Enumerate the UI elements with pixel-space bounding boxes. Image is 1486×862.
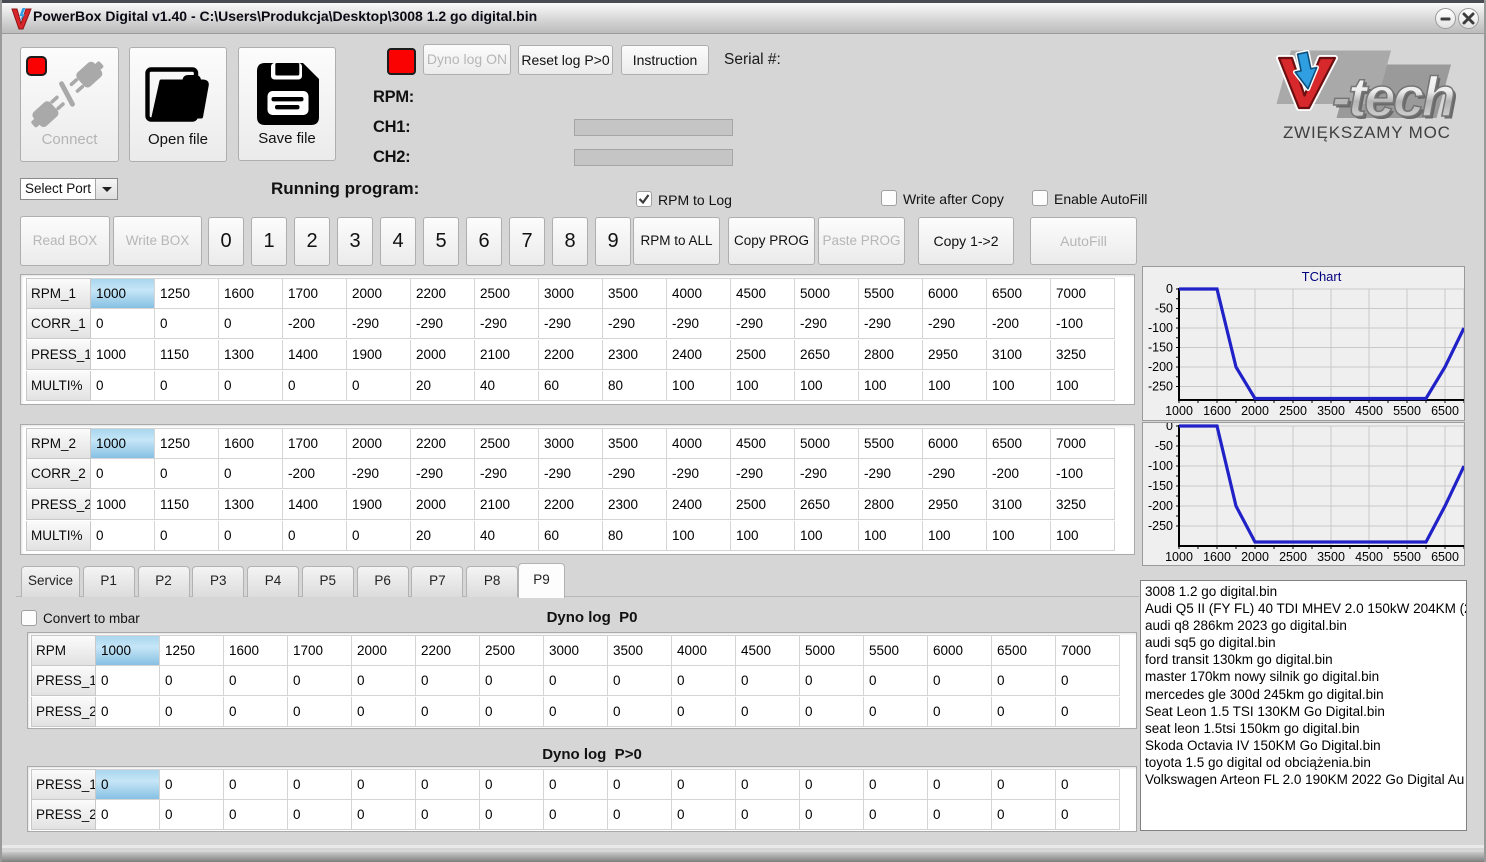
svg-text:2000: 2000 <box>1241 404 1269 418</box>
svg-text:ZWIĘKSZAMY MOC: ZWIĘKSZAMY MOC <box>1283 123 1451 142</box>
svg-text:2000: 2000 <box>1241 550 1269 564</box>
svg-text:6500: 6500 <box>1431 404 1459 418</box>
svg-text:2500: 2500 <box>1279 550 1307 564</box>
svg-text:4500: 4500 <box>1355 404 1383 418</box>
svg-text:5500: 5500 <box>1393 550 1421 564</box>
svg-text:-250: -250 <box>1148 519 1173 533</box>
svg-text:1000: 1000 <box>1165 404 1193 418</box>
svg-text:4500: 4500 <box>1355 550 1383 564</box>
svg-text:-tech: -tech <box>1332 65 1454 128</box>
svg-text:-250: -250 <box>1148 380 1173 394</box>
svg-text:2500: 2500 <box>1279 404 1307 418</box>
svg-text:5500: 5500 <box>1393 404 1421 418</box>
svg-text:-50: -50 <box>1155 439 1173 453</box>
svg-text:-50: -50 <box>1155 302 1173 316</box>
svg-text:1000: 1000 <box>1165 550 1193 564</box>
svg-text:6500: 6500 <box>1431 550 1459 564</box>
svg-text:-150: -150 <box>1148 341 1173 355</box>
svg-text:-150: -150 <box>1148 479 1173 493</box>
svg-text:-100: -100 <box>1148 321 1173 335</box>
svg-text:0: 0 <box>1166 282 1173 296</box>
svg-text:-100: -100 <box>1148 459 1173 473</box>
svg-text:1600: 1600 <box>1203 550 1231 564</box>
svg-text:3500: 3500 <box>1317 550 1345 564</box>
svg-text:0: 0 <box>1166 423 1173 433</box>
svg-text:1600: 1600 <box>1203 404 1231 418</box>
svg-text:TChart: TChart <box>1302 269 1342 284</box>
svg-text:3500: 3500 <box>1317 404 1345 418</box>
svg-text:-200: -200 <box>1148 360 1173 374</box>
svg-text:-200: -200 <box>1148 499 1173 513</box>
